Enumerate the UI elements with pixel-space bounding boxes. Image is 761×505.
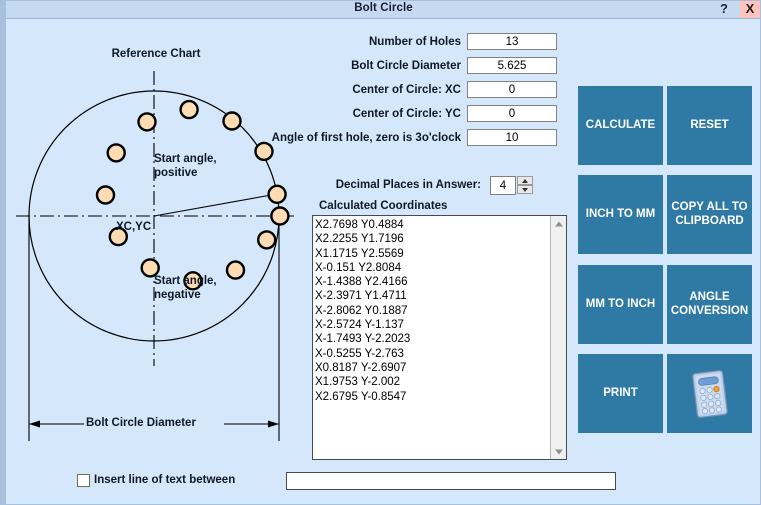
insert-line-checkbox[interactable] xyxy=(76,473,91,488)
copy-all-to-clipboard-button[interactable]: COPY ALL TO CLIPBOARD xyxy=(667,175,752,254)
print-button[interactable]: PRINT xyxy=(578,354,663,433)
mm-to-inch-button[interactable]: MM TO INCH xyxy=(578,265,663,344)
label-center-yc: Center of Circle: YC xyxy=(352,108,461,120)
coordinate-line[interactable]: X-0.151 Y2.8084 xyxy=(315,261,553,275)
hole-marker xyxy=(270,206,290,226)
start-angle-ray xyxy=(153,193,278,217)
label-center-xc: Center of Circle: XC xyxy=(352,84,461,96)
decimal-places-input[interactable] xyxy=(490,176,516,195)
hole-marker xyxy=(106,143,126,163)
action-button-grid: CALCULATE RESET INCH TO MM COPY ALL TO C… xyxy=(578,86,758,435)
hole-marker xyxy=(225,260,246,280)
bolt-circle-diameter-input[interactable] xyxy=(467,57,557,74)
calculated-coordinates-listbox[interactable]: X2.7698 Y0.4884 X2.2255 Y1.7196 X1.1715 Y2… xyxy=(312,215,567,460)
title-bar: Bolt Circle ? X xyxy=(6,1,760,19)
hole-markers xyxy=(95,99,290,291)
chevron-up-icon xyxy=(522,178,528,183)
insert-line-text-input[interactable] xyxy=(286,472,616,490)
hole-marker xyxy=(257,230,277,250)
triangle-down-icon xyxy=(554,449,563,454)
reference-chart-title: Reference Chart xyxy=(111,48,201,60)
hole-marker xyxy=(222,111,242,131)
number-of-holes-input[interactable] xyxy=(467,33,557,50)
scroll-down-button[interactable] xyxy=(551,444,566,459)
hole-marker xyxy=(254,141,274,162)
hole-marker xyxy=(137,112,157,132)
coordinate-line[interactable]: X-1.7493 Y-2.2023 xyxy=(315,332,553,346)
calculator-button[interactable] xyxy=(667,354,752,433)
bolt-circle-window: Bolt Circle ? X Reference Chart Start an… xyxy=(0,0,761,505)
hole-marker xyxy=(179,99,199,120)
window-title: Bolt Circle xyxy=(354,2,413,14)
help-button[interactable]: ? xyxy=(715,1,733,18)
dimension-arrow-right xyxy=(268,420,279,428)
decimal-places-stepper[interactable] xyxy=(517,176,533,195)
label-first-hole-angle: Angle of first hole, zero is 3o'clock xyxy=(271,132,461,144)
decimal-places-increment-button[interactable] xyxy=(517,176,533,185)
coordinate-line[interactable]: X-2.8062 Y0.1887 xyxy=(315,304,553,318)
coordinates-scrollbar[interactable] xyxy=(550,216,566,459)
coordinate-line[interactable]: X1.9753 Y-2.002 xyxy=(315,375,553,389)
inch-to-mm-button[interactable]: INCH TO MM xyxy=(578,175,663,254)
bolt-circle-diameter-dimension-label: Bolt Circle Diameter xyxy=(86,417,196,429)
first-hole-angle-input[interactable] xyxy=(467,129,557,146)
coordinate-line[interactable]: X-1.4388 Y2.4166 xyxy=(315,275,553,289)
close-button[interactable]: X xyxy=(740,1,760,18)
start-angle-negative-label: Start angle, negative xyxy=(154,275,217,301)
coordinate-line[interactable]: X0.8187 Y-2.6907 xyxy=(315,361,553,375)
coordinate-line[interactable]: X-2.3971 Y1.4711 xyxy=(315,289,553,303)
calculated-coordinates-label: Calculated Coordinates xyxy=(319,200,448,212)
center-yc-input[interactable] xyxy=(467,105,557,122)
center-xc-input[interactable] xyxy=(467,81,557,98)
coordinate-line[interactable]: X2.7698 Y0.4884 xyxy=(315,218,553,232)
insert-line-label: Insert line of text between xyxy=(94,474,236,486)
label-bolt-circle-diameter: Bolt Circle Diameter xyxy=(351,60,461,72)
decimal-places-decrement-button[interactable] xyxy=(517,185,533,194)
angle-conversion-button[interactable]: ANGLE CONVERSION xyxy=(667,265,752,344)
dimension-arrow-left xyxy=(29,420,40,428)
chevron-down-icon xyxy=(522,187,528,192)
center-point-label: XC,YC xyxy=(116,221,152,233)
triangle-up-icon xyxy=(554,221,563,226)
start-angle-positive-label: Start angle, positive xyxy=(154,153,217,179)
scroll-up-button[interactable] xyxy=(551,216,566,231)
coordinate-line[interactable]: X2.2255 Y1.7196 xyxy=(315,232,553,246)
hole-marker xyxy=(140,258,160,278)
coordinate-line[interactable]: X-2.5724 Y-1.137 xyxy=(315,318,553,332)
label-number-of-holes: Number of Holes xyxy=(368,36,461,48)
decimal-places-label: Decimal Places in Answer: xyxy=(335,179,481,191)
reset-button[interactable]: RESET xyxy=(667,86,752,165)
calculate-button[interactable]: CALCULATE xyxy=(578,86,663,165)
calculator-icon xyxy=(691,369,728,418)
hole-marker xyxy=(95,185,116,205)
coordinates-list[interactable]: X2.7698 Y0.4884 X2.2255 Y1.7196 X1.1715 Y2… xyxy=(313,216,553,459)
coordinate-line[interactable]: X2.6795 Y-0.8547 xyxy=(315,390,553,404)
coordinate-line[interactable]: X1.1715 Y2.5569 xyxy=(315,247,553,261)
coordinate-line[interactable]: X-0.5255 Y-2.763 xyxy=(315,347,553,361)
